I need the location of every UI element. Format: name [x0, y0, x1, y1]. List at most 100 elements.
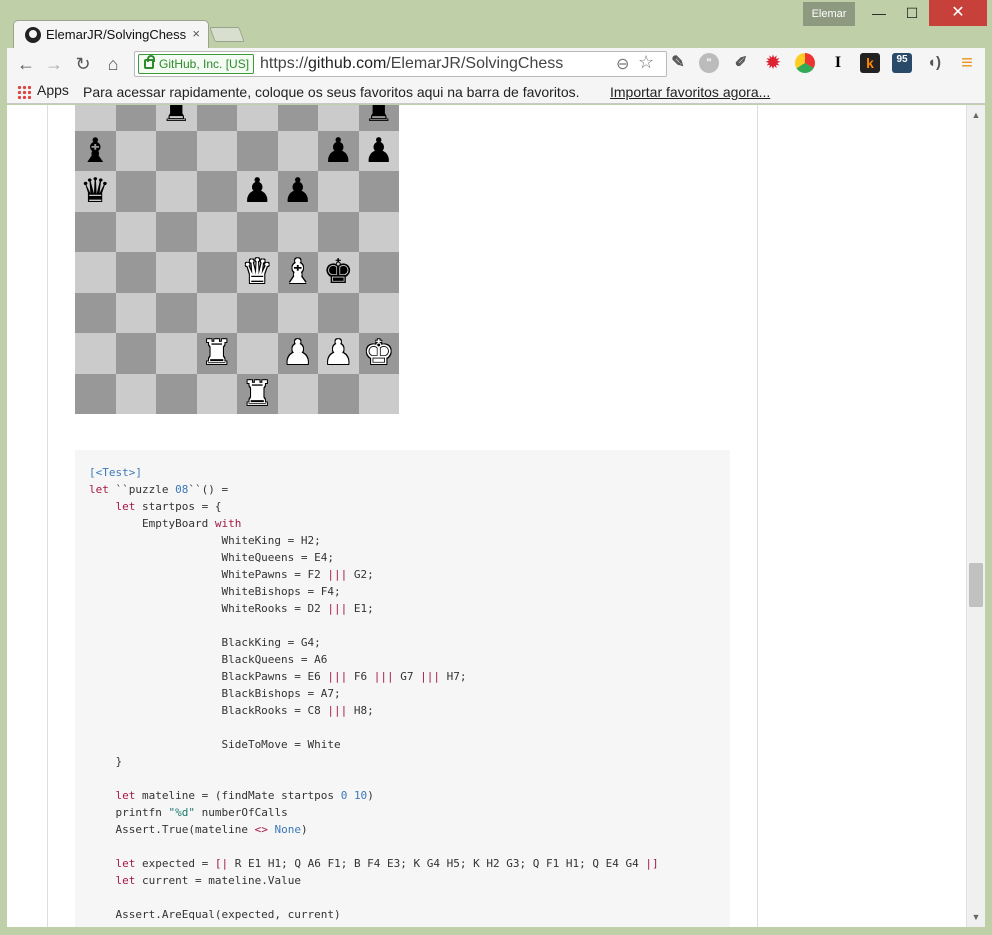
ev-certificate-badge[interactable]: GitHub, Inc. [US] — [138, 54, 255, 74]
forward-button[interactable]: → — [41, 51, 67, 77]
board-square-b7 — [115, 130, 156, 171]
vertical-scrollbar[interactable]: ▲ ▼ — [966, 105, 985, 927]
extension-badge-count: 95 — [896, 54, 908, 65]
github-icon — [25, 27, 41, 43]
white-rook-icon: ♜ — [242, 373, 273, 414]
profile-badge[interactable]: Elemar — [803, 2, 855, 26]
scroll-thumb[interactable] — [969, 563, 983, 607]
board-square-c6 — [156, 171, 197, 212]
scroll-up-arrow[interactable]: ▲ — [967, 107, 985, 123]
minimize-button[interactable]: — — [862, 0, 896, 26]
close-window-button[interactable]: ✕ — [929, 0, 987, 26]
white-rook-icon: ♜ — [201, 333, 232, 374]
board-square-c4 — [156, 252, 197, 293]
code-token: SideToMove = White — [89, 738, 341, 751]
code-line: let current = mateline.Value — [89, 872, 730, 889]
code-token: current = mateline.Value — [135, 874, 301, 887]
code-token: F6 — [347, 670, 374, 683]
board-square-g3 — [318, 292, 359, 333]
home-button[interactable]: ⌂ — [100, 51, 126, 77]
zoom-icon[interactable]: ⊖ — [616, 54, 629, 74]
code-token: ) — [300, 823, 308, 836]
tab-close-icon[interactable]: × — [192, 26, 200, 41]
code-token: 08 — [175, 483, 189, 496]
code-token: let — [115, 857, 136, 870]
board-square-d6 — [196, 171, 237, 212]
board-square-d7 — [196, 130, 237, 171]
board-square-b6 — [115, 171, 156, 212]
code-token: ||| — [420, 670, 441, 683]
apps-shortcut[interactable]: Apps — [37, 82, 69, 98]
extension-chrome-icon[interactable] — [795, 53, 815, 73]
board-square-b3 — [115, 292, 156, 333]
code-token: let — [115, 500, 136, 513]
reload-button[interactable]: ↻ — [70, 51, 96, 77]
black-rook-icon: ♜ — [363, 105, 394, 131]
board-square-g8 — [318, 105, 359, 131]
board-square-b5 — [115, 211, 156, 252]
board-square-h7: ♟ — [358, 130, 399, 171]
code-line: let startpos = { — [89, 498, 730, 515]
code-line: let expected = [| R E1 H1; Q A6 F1; B F4… — [89, 855, 730, 872]
code-token: ||| — [327, 704, 348, 717]
kippt-icon[interactable]: k — [860, 53, 880, 73]
extension-gear-icon[interactable]: ✹ — [763, 53, 783, 73]
speaker-icon[interactable]: ◖) — [924, 53, 944, 73]
board-square-c8: ♜ — [156, 105, 197, 131]
code-token: mateline = (findMate startpos — [135, 789, 341, 802]
code-token: |] — [645, 857, 659, 870]
board-square-d1 — [196, 373, 237, 414]
evernote-icon[interactable]: ✐ — [731, 53, 751, 73]
code-line: EmptyBoard with — [89, 515, 730, 532]
address-bar[interactable]: GitHub, Inc. [US] https://github.com/Ele… — [134, 51, 667, 77]
board-square-h4 — [358, 252, 399, 293]
maximize-button[interactable]: ☐ — [896, 0, 928, 26]
board-square-a8 — [75, 105, 116, 131]
star-bookmark-icon[interactable]: ☆ — [638, 52, 654, 73]
white-bishop-icon: ♝ — [282, 252, 313, 293]
extension-pen-icon[interactable]: ✎ — [668, 53, 688, 73]
board-square-e3 — [237, 292, 278, 333]
tab-github[interactable]: ElemarJR/SolvingChess × — [13, 20, 209, 48]
code-token: BlackPawns = E6 — [89, 670, 328, 683]
code-token: WhiteQueens = E4; — [89, 551, 335, 564]
board-square-e1: ♜ — [237, 373, 278, 414]
content-border-left — [47, 105, 48, 927]
board-square-e2 — [237, 333, 278, 374]
page-viewport: ♜ ♜ ♝ ♟ ♟ ♛ ♟ ♟ ♛ ♝ ♚ ♜ ♟ ♟ ♚ ♜ [<Test>] let ``puzzle 08… — [7, 105, 966, 927]
extension-badge-icon[interactable]: 95 — [892, 53, 912, 73]
code-line: let ``puzzle 08``() = — [89, 481, 730, 498]
board-square-e5 — [237, 211, 278, 252]
apps-grid-icon[interactable] — [17, 85, 31, 99]
board-square-g2: ♟ — [318, 333, 359, 374]
black-pawn-icon: ♟ — [323, 130, 354, 171]
code-token: BlackRooks = C8 — [89, 704, 328, 717]
code-token: let — [115, 874, 136, 887]
board-square-a4 — [75, 252, 116, 293]
code-line: BlackRooks = C8 ||| H8; — [89, 702, 730, 719]
board-square-f5 — [277, 211, 318, 252]
back-button[interactable]: ← — [13, 51, 39, 77]
new-tab-button[interactable] — [209, 27, 245, 42]
import-bookmarks-link[interactable]: Importar favoritos agora... — [610, 84, 770, 100]
chrome-menu-icon[interactable]: ≡ — [957, 53, 977, 73]
board-square-d8 — [196, 105, 237, 131]
board-square-c2 — [156, 333, 197, 374]
code-token: H7; — [440, 670, 467, 683]
board-square-f6: ♟ — [277, 171, 318, 212]
board-square-g5 — [318, 211, 359, 252]
board-square-a2 — [75, 333, 116, 374]
instapaper-icon[interactable]: I — [828, 53, 848, 73]
board-square-h8: ♜ — [358, 105, 399, 131]
extension-quote-icon[interactable]: " — [699, 53, 719, 73]
code-token: let — [89, 483, 109, 496]
code-line: Assert.True(mateline <> None) — [89, 821, 730, 838]
board-square-b1 — [115, 373, 156, 414]
code-token: BlackQueens = A6 — [89, 653, 328, 666]
bookmarks-hint: Para acessar rapidamente, coloque os seu… — [83, 84, 580, 100]
url-text[interactable]: https://github.com/ElemarJR/SolvingChess — [260, 55, 563, 73]
scroll-down-arrow[interactable]: ▼ — [967, 909, 985, 925]
